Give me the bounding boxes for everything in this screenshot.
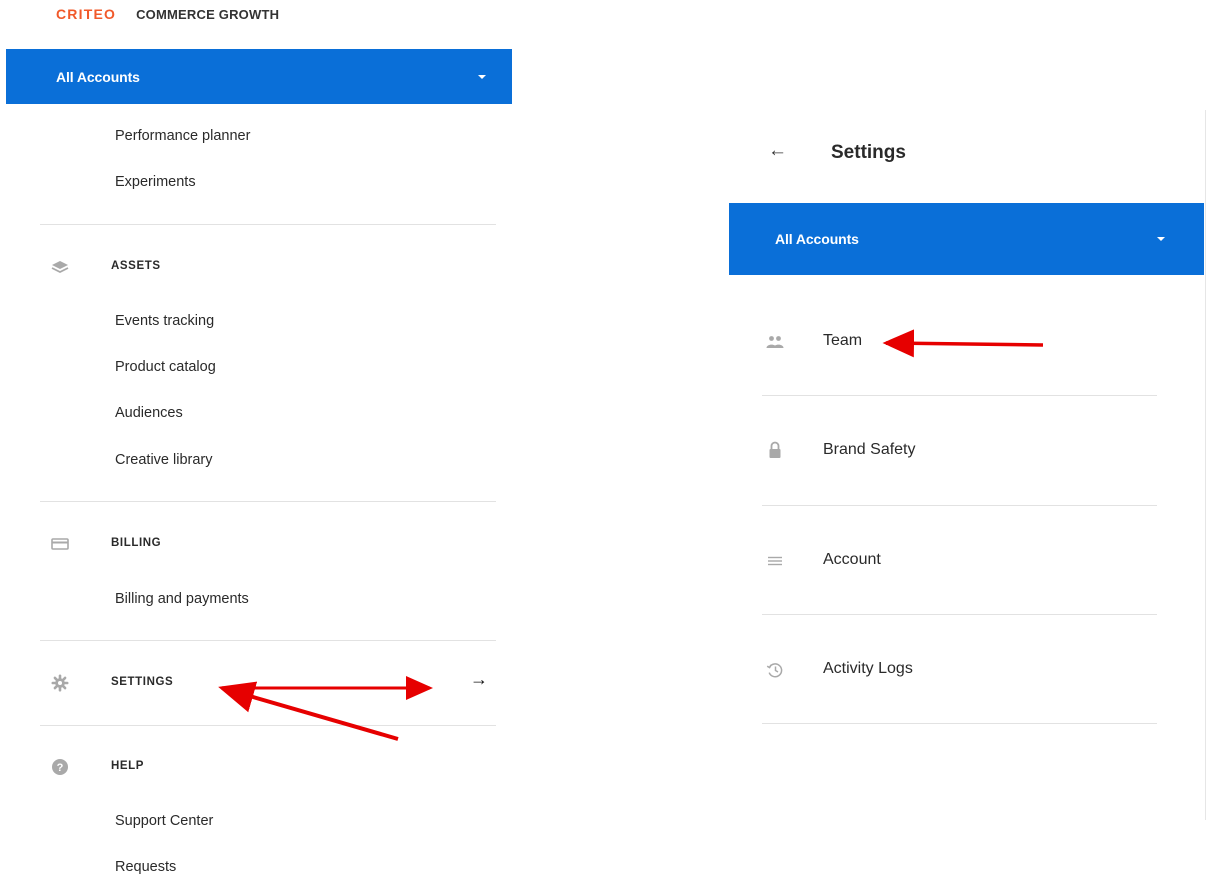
nav-item-creative-library[interactable]: Creative library: [115, 452, 213, 468]
nav-item-support-center[interactable]: Support Center: [115, 813, 213, 829]
credit-card-icon: [50, 536, 70, 552]
lock-icon: [764, 441, 786, 459]
list-icon: [764, 552, 786, 570]
nav-divider: [40, 725, 496, 726]
section-billing-label: BILLING: [111, 537, 162, 549]
settings-divider: [762, 614, 1157, 615]
brand-header: CRITEO COMMERCE GROWTH: [56, 4, 279, 24]
nav-divider: [40, 501, 496, 502]
gear-icon: [50, 674, 70, 692]
settings-item-team[interactable]: Team: [823, 332, 862, 350]
settings-title: Settings: [831, 142, 906, 163]
arrow-left-icon[interactable]: ←: [768, 141, 787, 160]
settings-divider: [762, 395, 1157, 396]
settings-item-brand-safety[interactable]: Brand Safety: [823, 441, 916, 459]
svg-text:?: ?: [57, 762, 64, 774]
nav-divider: [40, 640, 496, 641]
nav-item-events-tracking[interactable]: Events tracking: [115, 313, 214, 329]
account-selector-label: All Accounts: [56, 68, 140, 85]
arrow-right-icon[interactable]: →: [470, 670, 488, 688]
nav-item-requests[interactable]: Requests: [115, 859, 176, 875]
product-name: COMMERCE GROWTH: [136, 6, 280, 22]
settings-item-activity-logs[interactable]: Activity Logs: [823, 660, 913, 678]
nav-item-performance-planner[interactable]: Performance planner: [115, 128, 250, 144]
settings-divider: [762, 723, 1157, 724]
history-icon: [764, 661, 786, 679]
layers-icon: [50, 259, 70, 275]
account-selector-left[interactable]: All Accounts: [6, 49, 512, 104]
nav-item-audiences[interactable]: Audiences: [115, 405, 183, 421]
account-selector-label: All Accounts: [775, 231, 859, 247]
nav-divider: [40, 224, 496, 225]
settings-item-account[interactable]: Account: [823, 551, 881, 569]
nav-item-product-catalog[interactable]: Product catalog: [115, 359, 216, 375]
help-circle-icon: ?: [50, 759, 70, 775]
chevron-down-icon: [478, 74, 486, 79]
section-assets-label: ASSETS: [111, 260, 161, 272]
nav-item-experiments[interactable]: Experiments: [115, 174, 196, 190]
nav-item-billing-and-payments[interactable]: Billing and payments: [115, 591, 249, 607]
section-settings-label[interactable]: SETTINGS: [111, 676, 173, 688]
criteo-logo[interactable]: CRITEO: [56, 6, 116, 22]
settings-divider: [762, 505, 1157, 506]
chevron-down-icon: [1157, 237, 1165, 241]
annotation-arrow: [882, 329, 1044, 358]
account-selector-right[interactable]: All Accounts: [729, 203, 1204, 275]
people-icon: [764, 333, 786, 351]
annotation-arrow: [218, 681, 399, 741]
section-help-label: HELP: [111, 760, 145, 772]
